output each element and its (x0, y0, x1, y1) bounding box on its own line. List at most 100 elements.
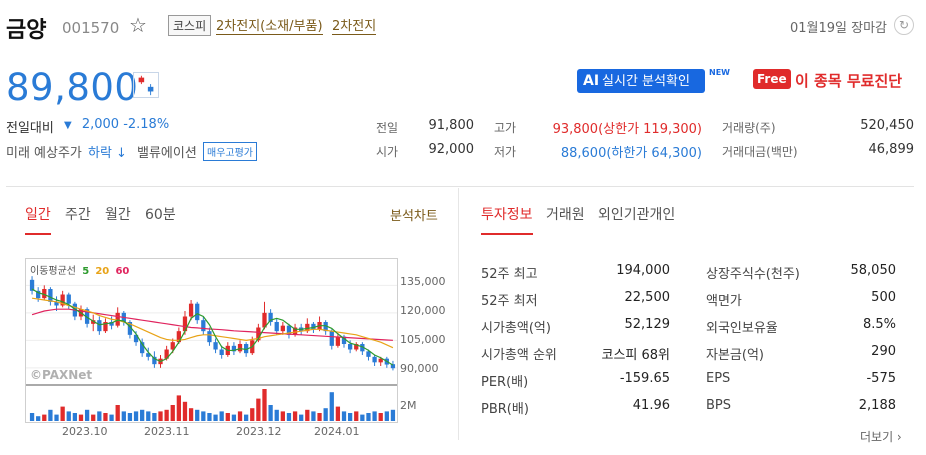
tab-monthly[interactable]: 월간 (105, 204, 131, 224)
candle-body (66, 294, 71, 304)
volume-bar (164, 409, 169, 421)
volume-bar (188, 408, 194, 421)
info-value: 194,000 (616, 263, 670, 278)
info-label: PER(배) (481, 375, 529, 390)
change-amount: 2,000 -2.18% (81, 117, 170, 132)
analysis-chart-link[interactable]: 분석차트 (390, 205, 438, 224)
candle-body (213, 342, 218, 350)
ma5-line (31, 288, 394, 366)
free-diagnosis-link[interactable]: 이 종목 무료진단 (795, 70, 902, 91)
prev-close-label: 전일 (376, 121, 399, 135)
volume-bar (170, 405, 175, 421)
info-value: -159.65 (619, 371, 670, 386)
candle-body (195, 303, 200, 321)
tab-daily[interactable]: 일간 (25, 204, 51, 224)
ma-legend-20: 20 (95, 266, 110, 277)
refresh-icon[interactable]: ↻ (894, 15, 914, 35)
active-tab-underline (25, 233, 51, 235)
volume-bar (292, 411, 298, 421)
info-value: 500 (871, 290, 896, 305)
valuation-badge[interactable]: 매우고평가 (203, 142, 257, 161)
theme-link-battery-materials[interactable]: 2차전지(소재/부품) (216, 15, 323, 35)
price-chart[interactable] (25, 258, 398, 423)
tab-investment-info[interactable]: 투자정보 (481, 204, 533, 224)
volume-bar (133, 411, 139, 421)
volume-bar (176, 395, 181, 421)
candle-body (335, 336, 341, 346)
mini-candle-icon (133, 72, 159, 98)
volume-bar (231, 414, 237, 421)
volume-bar (262, 389, 267, 421)
amount-label: 거래대금(백만) (722, 145, 798, 159)
free-badge[interactable]: Free (753, 69, 791, 89)
volume-bar (219, 411, 224, 421)
ma-legend-prefix: 이동평균선 (30, 266, 76, 277)
volume-bar (72, 413, 78, 421)
ai-analysis-button[interactable]: AI 실시간 분석확인 (577, 69, 705, 93)
paxnet-watermark: ©PAXNet (30, 368, 93, 382)
forecast-value[interactable]: 하락 ↓ (88, 142, 127, 161)
tab-weekly[interactable]: 주간 (65, 204, 91, 224)
ma-legend-5: 5 (82, 266, 90, 277)
open-value: 92,000 (428, 142, 475, 157)
prev-close-value: 91,800 (428, 118, 475, 133)
volume-bar (201, 411, 206, 421)
volume-bar (121, 411, 126, 421)
change-value: ▼ 2,000 -2.18% (64, 117, 169, 132)
info-value: 8.5% (862, 317, 896, 332)
forecast-label: 미래 예상주가 (6, 146, 82, 161)
y-tick-label: 90,000 (400, 362, 439, 375)
amount-value: 46,899 (868, 142, 915, 157)
more-link[interactable]: 더보기 › (860, 428, 902, 445)
volume-bar (378, 413, 383, 421)
volume-bar (237, 411, 243, 421)
volume-bar (390, 409, 396, 421)
info-value: -575 (866, 371, 896, 386)
volume-bar (250, 408, 255, 421)
volume-bar (48, 409, 53, 421)
volume-bar (213, 414, 218, 421)
down-arrow-icon: ▼ (64, 120, 72, 131)
chart-svg (26, 276, 397, 421)
volume-bar (305, 409, 310, 421)
candle-body (237, 344, 243, 352)
info-label: 외국인보유율 (706, 321, 778, 336)
info-value: 290 (871, 344, 896, 359)
volume-bar (78, 414, 84, 421)
volume-bar (286, 413, 292, 421)
volume-bar (354, 411, 359, 421)
stock-code: 001570 (62, 19, 120, 37)
info-label: 액면가 (706, 294, 742, 309)
volume-bar (384, 411, 389, 421)
x-tick-label: 2024.01 (314, 425, 360, 438)
candle-body (280, 325, 285, 332)
tab-brokers[interactable]: 거래원 (546, 204, 585, 224)
info-label: 자본금(억) (706, 348, 764, 363)
volume-bar (280, 411, 285, 421)
tab-investor-type[interactable]: 외인기관개인 (598, 204, 675, 224)
volume-bar (372, 411, 377, 421)
info-label: BPS (706, 398, 732, 413)
tab-60min[interactable]: 60분 (145, 204, 176, 224)
volume-bar (152, 413, 157, 421)
theme-link-battery[interactable]: 2차전지 (332, 15, 377, 35)
info-value: 41.96 (632, 398, 670, 413)
volume-bar (207, 413, 212, 421)
volume-bar (29, 413, 35, 421)
market-date-status: 01월19일 장마감 (790, 21, 888, 36)
section-divider (6, 186, 914, 187)
candle-body (201, 320, 206, 332)
y-tick-label: 120,000 (400, 304, 446, 317)
candle-body (347, 344, 353, 350)
candle-body (97, 320, 102, 332)
favorite-star-icon[interactable]: ☆ (129, 13, 147, 37)
volume-bar (335, 406, 341, 421)
info-label: 시가총액(억) (481, 321, 551, 336)
volume-bar (60, 406, 65, 421)
market-badge[interactable]: 코스피 (168, 15, 212, 36)
volume-bar (329, 392, 334, 421)
info-label: 상장주식수(천주) (706, 267, 800, 282)
candle-body (219, 349, 224, 355)
volume-label: 거래량(주) (722, 121, 776, 135)
volume-bar (360, 414, 365, 421)
